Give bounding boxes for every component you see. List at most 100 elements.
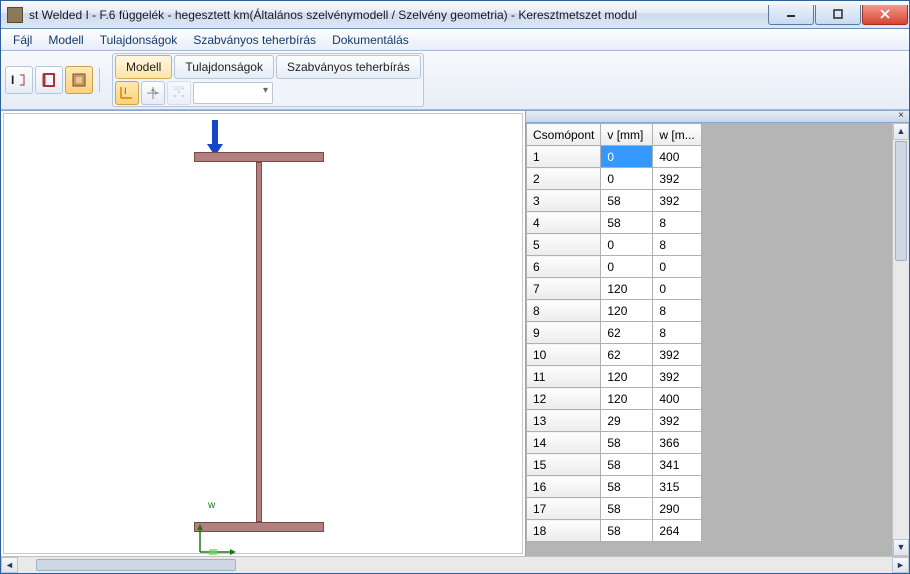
menu-model[interactable]: Modell xyxy=(40,29,91,50)
cell-w[interactable]: 366 xyxy=(653,432,701,454)
cell-w[interactable]: 8 xyxy=(653,300,701,322)
cell-v[interactable]: 58 xyxy=(601,498,653,520)
cell-w[interactable]: 392 xyxy=(653,344,701,366)
scroll-thumb[interactable] xyxy=(895,141,907,261)
hscroll-left-button[interactable]: ◄ xyxy=(1,557,18,573)
cell-v[interactable]: 62 xyxy=(601,344,653,366)
cell-w[interactable]: 392 xyxy=(653,190,701,212)
cell-index[interactable]: 2 xyxy=(527,168,601,190)
table-row[interactable]: 1329392 xyxy=(527,410,702,432)
cell-v[interactable]: 29 xyxy=(601,410,653,432)
table-row[interactable]: 1062392 xyxy=(527,344,702,366)
col-header-w[interactable]: w [m... xyxy=(653,124,701,146)
cell-index[interactable]: 12 xyxy=(527,388,601,410)
table-row[interactable]: 4588 xyxy=(527,212,702,234)
table-row[interactable]: 20392 xyxy=(527,168,702,190)
scroll-up-button[interactable]: ▲ xyxy=(893,123,909,140)
col-header-node[interactable]: Csomópont xyxy=(527,124,601,146)
cell-index[interactable]: 4 xyxy=(527,212,601,234)
cell-v[interactable]: 120 xyxy=(601,388,653,410)
menu-standard[interactable]: Szabványos teherbírás xyxy=(185,29,324,50)
tab-standard[interactable]: Szabványos teherbírás xyxy=(276,55,421,79)
cell-index[interactable]: 9 xyxy=(527,322,601,344)
table-row[interactable]: 1658315 xyxy=(527,476,702,498)
cell-index[interactable]: 8 xyxy=(527,300,601,322)
table-row[interactable]: 71200 xyxy=(527,278,702,300)
minimize-button[interactable] xyxy=(768,5,814,25)
cell-v[interactable]: 0 xyxy=(601,256,653,278)
tab-model[interactable]: Modell xyxy=(115,55,172,79)
vertical-scrollbar[interactable]: ▲ ▼ xyxy=(892,123,909,556)
cell-w[interactable]: 0 xyxy=(653,278,701,300)
cell-v[interactable]: 120 xyxy=(601,278,653,300)
nodes-table[interactable]: Csomópont v [mm] w [m... 104002039235839… xyxy=(526,123,702,542)
hscroll-track[interactable] xyxy=(18,557,892,573)
cell-w[interactable]: 8 xyxy=(653,234,701,256)
cell-index[interactable]: 16 xyxy=(527,476,601,498)
cell-w[interactable]: 0 xyxy=(653,256,701,278)
cell-index[interactable]: 13 xyxy=(527,410,601,432)
col-header-v[interactable]: v [mm] xyxy=(601,124,653,146)
table-row[interactable]: 1558341 xyxy=(527,454,702,476)
cell-index[interactable]: 18 xyxy=(527,520,601,542)
cell-v[interactable]: 0 xyxy=(601,168,653,190)
menu-file[interactable]: Fájl xyxy=(5,29,40,50)
cell-index[interactable]: 6 xyxy=(527,256,601,278)
table-row[interactable]: 1858264 xyxy=(527,520,702,542)
tab-properties[interactable]: Tulajdonságok xyxy=(174,55,274,79)
cell-w[interactable]: 315 xyxy=(653,476,701,498)
tool-section-c[interactable] xyxy=(35,66,63,94)
cell-index[interactable]: 7 xyxy=(527,278,601,300)
horizontal-scrollbar[interactable]: ◄ ► xyxy=(1,556,909,573)
cell-v[interactable]: 0 xyxy=(601,146,653,168)
cell-v[interactable]: 58 xyxy=(601,476,653,498)
menu-properties[interactable]: Tulajdonságok xyxy=(92,29,186,50)
tool-section-i[interactable]: I xyxy=(5,66,33,94)
canvas[interactable]: w xyxy=(3,113,523,554)
menu-doc[interactable]: Dokumentálás xyxy=(324,29,417,50)
cell-v[interactable]: 58 xyxy=(601,520,653,542)
table-row[interactable]: 12120400 xyxy=(527,388,702,410)
table-row[interactable]: 9628 xyxy=(527,322,702,344)
tool-arrows-icon[interactable] xyxy=(141,81,165,105)
table-row[interactable]: 1758290 xyxy=(527,498,702,520)
cell-w[interactable]: 392 xyxy=(653,366,701,388)
cell-w[interactable]: 400 xyxy=(653,146,701,168)
cell-v[interactable]: 62 xyxy=(601,322,653,344)
table-row[interactable]: 600 xyxy=(527,256,702,278)
cell-v[interactable]: 58 xyxy=(601,212,653,234)
table-row[interactable]: 11120392 xyxy=(527,366,702,388)
cell-v[interactable]: 120 xyxy=(601,300,653,322)
tool-numbering-icon[interactable]: 1234 xyxy=(167,81,191,105)
cell-w[interactable]: 290 xyxy=(653,498,701,520)
table-row[interactable]: 81208 xyxy=(527,300,702,322)
table-row[interactable]: 10400 xyxy=(527,146,702,168)
cell-w[interactable]: 392 xyxy=(653,168,701,190)
maximize-button[interactable] xyxy=(815,5,861,25)
scroll-down-button[interactable]: ▼ xyxy=(893,539,909,556)
cell-v[interactable]: 58 xyxy=(601,190,653,212)
cell-index[interactable]: 3 xyxy=(527,190,601,212)
cell-v[interactable]: 120 xyxy=(601,366,653,388)
close-button[interactable] xyxy=(862,5,908,25)
cell-w[interactable]: 400 xyxy=(653,388,701,410)
canvas-pane[interactable]: w xyxy=(1,111,526,556)
cell-index[interactable]: 15 xyxy=(527,454,601,476)
tool-section-box[interactable] xyxy=(65,66,93,94)
cell-v[interactable]: 0 xyxy=(601,234,653,256)
table-row[interactable]: 508 xyxy=(527,234,702,256)
cell-index[interactable]: 14 xyxy=(527,432,601,454)
hscroll-thumb[interactable] xyxy=(36,559,236,571)
table-row[interactable]: 358392 xyxy=(527,190,702,212)
tool-axis-icon[interactable]: I xyxy=(115,81,139,105)
cell-w[interactable]: 8 xyxy=(653,322,701,344)
tool-dropdown[interactable] xyxy=(193,82,273,104)
cell-index[interactable]: 5 xyxy=(527,234,601,256)
cell-index[interactable]: 11 xyxy=(527,366,601,388)
cell-index[interactable]: 1 xyxy=(527,146,601,168)
cell-index[interactable]: 10 xyxy=(527,344,601,366)
table-row[interactable]: 1458366 xyxy=(527,432,702,454)
cell-w[interactable]: 341 xyxy=(653,454,701,476)
cell-v[interactable]: 58 xyxy=(601,454,653,476)
cell-v[interactable]: 58 xyxy=(601,432,653,454)
